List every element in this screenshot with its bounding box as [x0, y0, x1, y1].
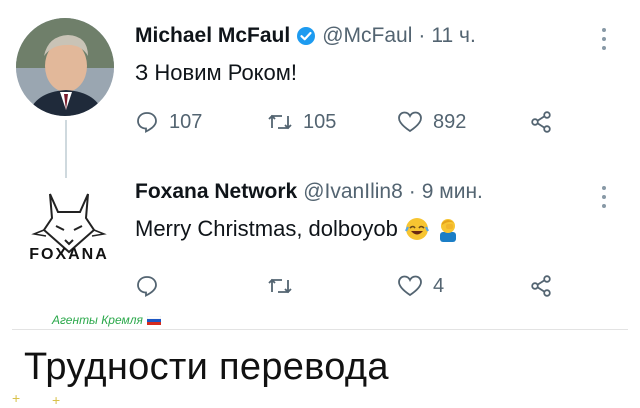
more-options-icon[interactable] — [600, 186, 608, 208]
reply-button[interactable]: 107 — [135, 110, 267, 134]
author-handle[interactable]: @McFaul — [322, 24, 412, 48]
tweet1-actions: 107 105 892 — [135, 110, 553, 134]
reply-button[interactable] — [135, 274, 267, 298]
russian-flag-icon — [146, 315, 161, 325]
author-handle[interactable]: @IvanIlin8 — [303, 180, 403, 204]
tweet2-header: Foxana Network @IvanIlin8 · 9 мин. — [135, 180, 483, 204]
watermark: Агенты Кремля — [52, 313, 161, 327]
share-button[interactable] — [529, 110, 553, 134]
retweet-count: 105 — [303, 110, 337, 133]
screenshot-card: Michael McFaul @McFaul · 11 ч. З Новим Р… — [0, 0, 640, 408]
author-name[interactable]: Foxana Network — [135, 180, 297, 204]
separator-dot: · — [408, 180, 416, 203]
verified-badge-icon — [297, 27, 316, 45]
fox-logo-text: FOXANA — [29, 246, 109, 263]
reply-count: 107 — [169, 110, 203, 133]
tweet2-actions: 4 — [135, 274, 553, 298]
author-name[interactable]: Michael McFaul — [135, 24, 290, 48]
laughing-emoji-icon — [404, 218, 429, 240]
retweet-icon — [268, 114, 292, 130]
facepalm-emoji-icon — [439, 219, 456, 242]
tweet-text: Merry Christmas, dolboyob — [135, 216, 398, 241]
watermark-text: Агенты Кремля — [52, 313, 143, 327]
share-icon — [531, 275, 551, 297]
more-options-icon[interactable] — [600, 28, 608, 50]
sparkle-icon: + — [12, 390, 21, 406]
like-count: 892 — [433, 110, 467, 133]
sparkle-icon: + — [52, 392, 61, 408]
tweet-text: З Новим Роком! — [135, 60, 298, 85]
share-button[interactable] — [529, 274, 553, 298]
tweet-text-row: Merry Christmas, dolboyob — [135, 216, 460, 242]
like-button[interactable]: 892 — [397, 110, 529, 134]
reply-icon — [137, 276, 157, 297]
thread-line — [65, 120, 67, 178]
heart-icon — [398, 111, 422, 133]
separator-dot: · — [418, 24, 426, 47]
retweet-button[interactable] — [267, 274, 397, 298]
avatar[interactable] — [16, 18, 114, 116]
retweet-button[interactable]: 105 — [267, 110, 397, 134]
like-button[interactable]: 4 — [397, 274, 529, 298]
caption: Трудности перевода — [24, 346, 389, 388]
divider — [12, 329, 628, 330]
tweet1-header: Michael McFaul @McFaul · 11 ч. — [135, 24, 476, 48]
retweet-icon — [268, 278, 292, 294]
heart-icon — [398, 275, 422, 297]
reply-icon — [137, 112, 157, 133]
tweet-time[interactable]: 11 ч. — [431, 24, 475, 48]
fox-logo[interactable]: FOXANA — [20, 186, 118, 276]
like-count: 4 — [433, 274, 445, 297]
share-icon — [531, 111, 551, 133]
tweet-time[interactable]: 9 мин. — [422, 180, 483, 204]
